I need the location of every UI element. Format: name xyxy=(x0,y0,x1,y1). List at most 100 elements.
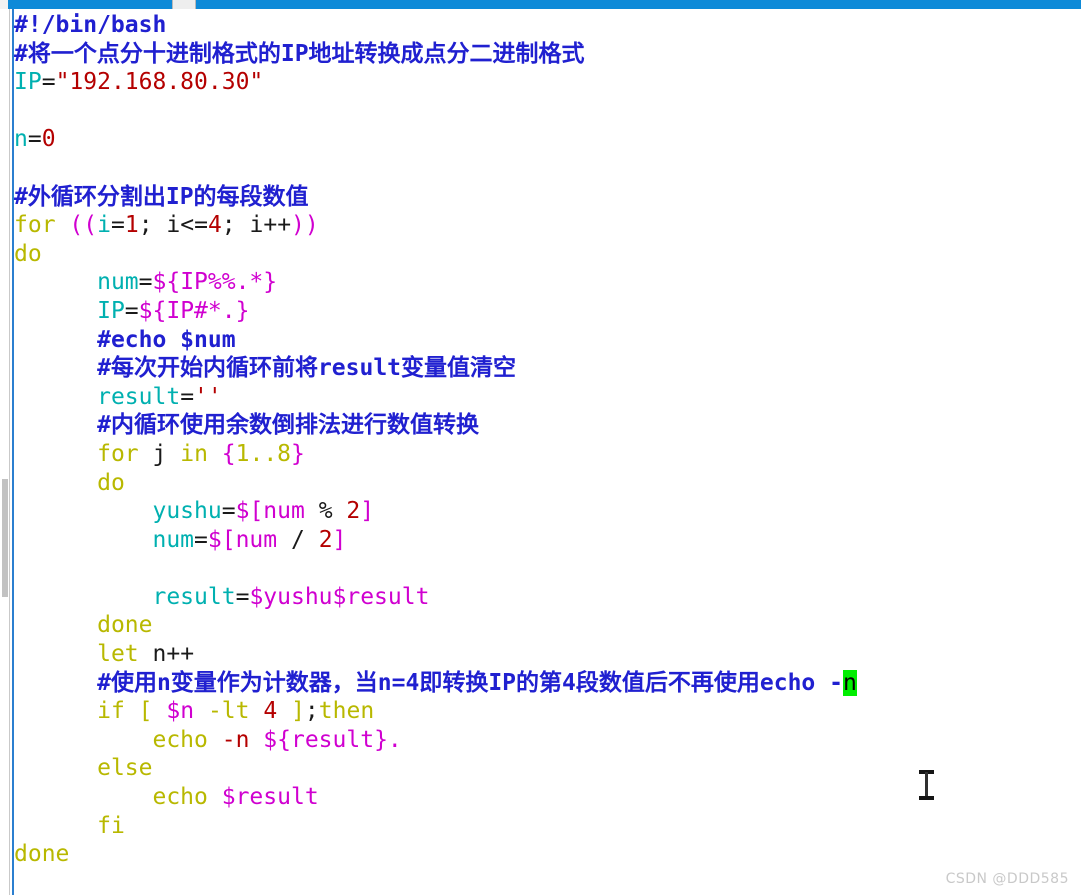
code-token-keyword: done xyxy=(14,841,70,868)
code-token-plain: j xyxy=(152,440,167,467)
code-token-var: yushu xyxy=(152,498,222,525)
code-token-plain: = xyxy=(138,269,153,296)
code-token-keyword: ] xyxy=(291,698,305,725)
code-token-comment: #将一个点分十进制格式的IP地址转换成点分二进制格式 xyxy=(14,40,585,67)
code-line[interactable]: for ((i=1; i<=4; i++)) xyxy=(14,211,1081,240)
code-line[interactable] xyxy=(14,154,1081,183)
code-line[interactable]: result=$yushu$result xyxy=(14,583,1081,612)
code-token-plain: = xyxy=(194,526,208,553)
code-token-keyword: [ xyxy=(138,698,153,725)
code-token-number: 2 xyxy=(346,498,361,525)
code-line[interactable]: #使用n变量作为计数器，当n=4即转换IP的第4段数值后不再使用echo -n xyxy=(14,669,1081,698)
code-token-comment: #外循环分割出IP的每段数值 xyxy=(14,183,309,210)
code-line[interactable]: #每次开始内循环前将result变量值清空 xyxy=(14,354,1081,383)
code-token-var: IP xyxy=(14,69,42,96)
code-token-expansion: )) xyxy=(291,212,319,239)
code-line[interactable]: #!/bin/bash xyxy=(14,11,1081,40)
horizontal-scrollbar-gap[interactable] xyxy=(172,0,196,9)
code-text-area[interactable]: #!/bin/bash #将一个点分十进制格式的IP地址转换成点分二进制格式 IP=… xyxy=(14,9,1081,895)
code-token-keyword: echo xyxy=(152,784,208,811)
code-token-keyword: done xyxy=(97,612,153,639)
horizontal-scrollbar-thumb-left[interactable] xyxy=(8,0,172,9)
code-line[interactable]: done xyxy=(14,611,1081,640)
code-token-var: n xyxy=(14,126,28,153)
code-line[interactable]: num=$[num / 2] xyxy=(14,526,1081,555)
code-token-keyword: do xyxy=(97,469,125,496)
code-line[interactable] xyxy=(14,554,1081,583)
code-line[interactable]: fi xyxy=(14,812,1081,841)
code-line[interactable]: let n++ xyxy=(14,640,1081,669)
code-token-hl: n xyxy=(842,669,857,696)
code-token-comment: #使用n变量作为计数器，当n=4即转换IP的第4段数值后不再使用echo - xyxy=(97,669,843,696)
code-line[interactable]: #内循环使用余数倒排法进行数值转换 xyxy=(14,411,1081,440)
code-line[interactable]: IP="192.168.80.30" xyxy=(14,68,1081,97)
code-line[interactable]: for j in {1..8} xyxy=(14,440,1081,469)
code-token-var: result xyxy=(97,383,181,410)
vertical-scrollbar-thumb[interactable] xyxy=(2,479,8,597)
code-token-number: 1 xyxy=(124,212,139,239)
code-token-expansion: $result xyxy=(221,784,319,811)
code-token-keyword: if xyxy=(97,698,125,725)
code-line[interactable]: do xyxy=(14,469,1081,498)
code-line[interactable]: n=0 xyxy=(14,125,1081,154)
code-token-plain: ; xyxy=(304,698,319,725)
code-line[interactable]: echo -n ${result}. xyxy=(14,726,1081,755)
code-token-comment: #echo $num xyxy=(97,326,236,353)
vertical-scrollbar[interactable] xyxy=(0,9,10,895)
code-token-string: '' xyxy=(194,383,222,410)
code-token-expansion: $[num xyxy=(207,526,278,553)
code-token-plain: / xyxy=(277,526,319,553)
code-token-keyword: echo xyxy=(152,726,208,753)
code-line[interactable]: num=${IP%%.*} xyxy=(14,268,1081,297)
code-line[interactable]: if [ $n -lt 4 ];then xyxy=(14,697,1081,726)
code-token-plain: = xyxy=(110,212,125,239)
code-line[interactable]: result='' xyxy=(14,383,1081,412)
code-token-expansion: ${IP%%.*} xyxy=(152,269,278,296)
code-token-var: num xyxy=(97,269,139,296)
horizontal-scrollbar-thumb-right[interactable] xyxy=(196,0,1081,9)
code-line[interactable]: #外循环分割出IP的每段数值 xyxy=(14,183,1081,212)
code-line[interactable]: do xyxy=(14,240,1081,269)
code-line[interactable]: done xyxy=(14,840,1081,869)
code-token-string: "192.168.80.30" xyxy=(55,69,264,96)
code-token-comment: #每次开始内循环前将result变量值清空 xyxy=(97,355,517,382)
code-token-keyword: let xyxy=(97,641,139,668)
code-line[interactable]: yushu=$[num % 2] xyxy=(14,497,1081,526)
code-token-expansion: $n xyxy=(166,698,195,725)
code-editor-window: #!/bin/bash #将一个点分十进制格式的IP地址转换成点分二进制格式 IP=… xyxy=(0,0,1081,895)
code-line[interactable] xyxy=(14,97,1081,126)
code-token-plain: = xyxy=(124,297,139,324)
code-token-number: 4 xyxy=(263,698,278,725)
code-line[interactable]: #将一个点分十进制格式的IP地址转换成点分二进制格式 xyxy=(14,40,1081,69)
code-token-var: result xyxy=(152,583,236,610)
code-line[interactable]: #echo $num xyxy=(14,326,1081,355)
code-line[interactable]: IP=${IP#*.} xyxy=(14,297,1081,326)
code-token-plain: % xyxy=(304,498,347,525)
code-token-plain: = xyxy=(221,498,236,525)
code-token-keyword: for xyxy=(14,212,56,239)
code-token-keyword: for xyxy=(97,440,139,467)
